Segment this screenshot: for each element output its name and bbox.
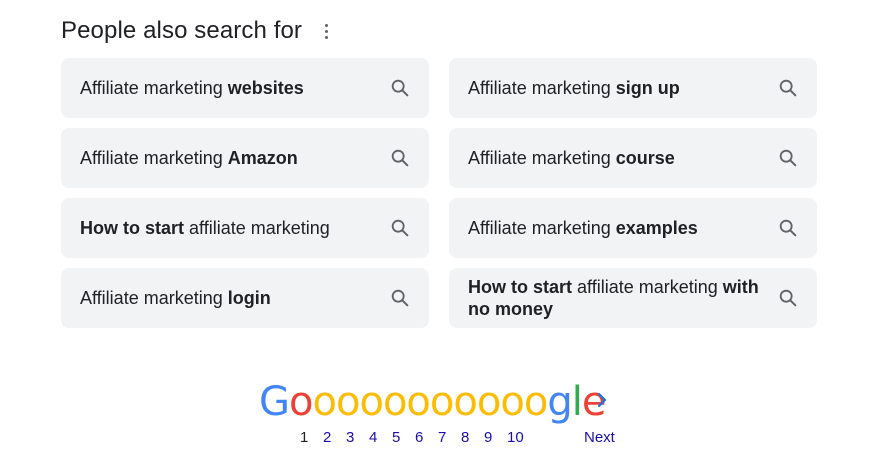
search-icon	[779, 219, 797, 237]
page-number-8[interactable]: 8	[461, 429, 484, 446]
query-part: Affiliate marketing	[80, 288, 228, 308]
related-search-chip[interactable]: Affiliate marketing websites	[61, 58, 429, 118]
search-icon	[391, 289, 409, 307]
related-search-chip[interactable]: How to start affiliate marketing	[61, 198, 429, 258]
logo-letter: o	[476, 379, 502, 425]
next-link[interactable]: Next	[584, 429, 615, 446]
chevron-right-icon[interactable]	[592, 390, 612, 410]
logo-letter: o	[335, 379, 361, 425]
bold-query-part: websites	[227, 78, 304, 98]
page-number-4[interactable]: 4	[369, 429, 392, 446]
goooogle-logo: Gooooooooooogle	[259, 378, 606, 426]
page-number-1: 1	[300, 429, 309, 446]
related-search-text: Affiliate marketing Amazon	[80, 147, 389, 169]
section-header: People also search for	[61, 14, 332, 48]
logo-letter: o	[312, 379, 337, 425]
bold-query-part: Amazon	[227, 148, 298, 168]
logo-letter: o	[289, 379, 314, 425]
bold-query-part: course	[615, 148, 675, 168]
page-number-5[interactable]: 5	[392, 429, 415, 446]
search-icon	[391, 219, 409, 237]
query-part: affiliate marketing	[184, 218, 330, 238]
bold-query-part: sign up	[615, 78, 680, 98]
search-icon	[391, 149, 409, 167]
search-icon	[391, 79, 409, 97]
bold-query-part: How to start	[80, 218, 185, 238]
logo-letter: o	[429, 379, 455, 425]
logo-letter: o	[523, 379, 549, 425]
page-number-7[interactable]: 7	[438, 429, 461, 446]
related-search-text: Affiliate marketing login	[80, 287, 389, 309]
page-number-2[interactable]: 2	[323, 429, 346, 446]
related-search-text: Affiliate marketing course	[468, 147, 777, 169]
related-searches-grid: Affiliate marketing websites Affiliate ma…	[61, 58, 817, 328]
related-search-chip[interactable]: Affiliate marketing sign up	[449, 58, 817, 118]
logo-letter: l	[571, 379, 583, 425]
related-search-chip[interactable]: How to start affiliate marketing with no…	[449, 268, 817, 328]
logo-letter: G	[259, 379, 290, 425]
bold-query-part: login	[227, 288, 271, 308]
logo-letter: o	[406, 379, 431, 425]
query-part: Affiliate marketing	[80, 78, 228, 98]
search-icon	[779, 149, 797, 167]
related-search-text: How to start affiliate marketing	[80, 217, 389, 239]
section-title: People also search for	[61, 17, 303, 44]
query-part: Affiliate marketing	[80, 148, 228, 168]
query-part: affiliate marketing	[572, 277, 723, 297]
logo-letter: o	[359, 379, 384, 425]
related-search-chip[interactable]: Affiliate marketing course	[449, 128, 817, 188]
related-search-text: Affiliate marketing websites	[80, 77, 389, 99]
bold-query-part: How to start	[468, 277, 573, 297]
page-numbers: 1 2 3 4 5 6 7 8 9 10	[300, 429, 530, 446]
page-number-9[interactable]: 9	[484, 429, 507, 446]
more-vert-icon[interactable]	[320, 21, 332, 41]
logo-letter: g	[547, 379, 572, 425]
logo-letter: o	[382, 379, 408, 425]
search-icon	[779, 289, 797, 307]
related-search-chip[interactable]: Affiliate marketing Amazon	[61, 128, 429, 188]
search-icon	[779, 79, 797, 97]
logo-letter: o	[453, 379, 478, 425]
page-number-6[interactable]: 6	[415, 429, 438, 446]
related-search-chip[interactable]: Affiliate marketing login	[61, 268, 429, 328]
page-number-3[interactable]: 3	[346, 429, 369, 446]
related-search-chip[interactable]: Affiliate marketing examples	[449, 198, 817, 258]
query-part: Affiliate marketing	[468, 78, 616, 98]
related-search-text: How to start affiliate marketing with no…	[468, 276, 777, 320]
related-search-text: Affiliate marketing sign up	[468, 77, 777, 99]
page-number-10[interactable]: 10	[507, 429, 530, 446]
related-search-text: Affiliate marketing examples	[468, 217, 777, 239]
query-part: Affiliate marketing	[468, 148, 616, 168]
logo-letter: o	[500, 379, 525, 425]
query-part: Affiliate marketing	[468, 218, 616, 238]
bold-query-part: examples	[615, 218, 698, 238]
